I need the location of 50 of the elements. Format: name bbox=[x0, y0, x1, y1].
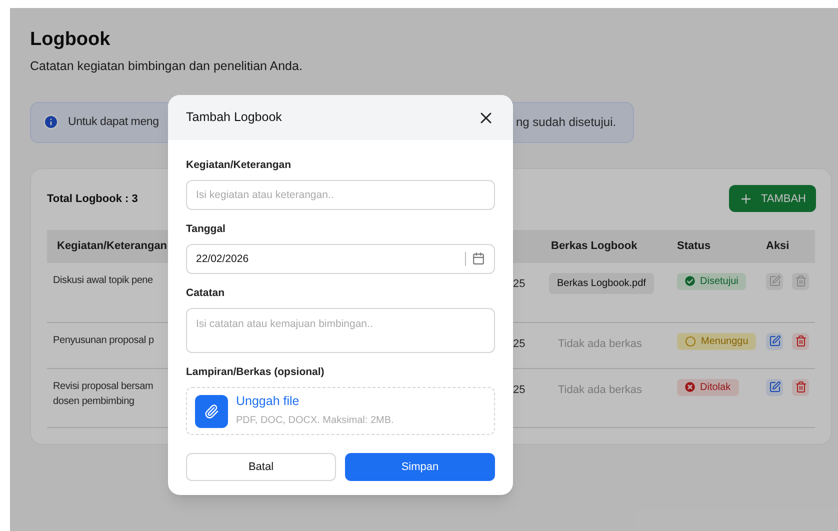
status-badge: Menunggu bbox=[677, 332, 756, 350]
upload-hint: PDF, DOC, DOCX. Maksimal: 2MB. bbox=[236, 414, 394, 428]
edit-icon bbox=[768, 381, 780, 394]
column-header: Berkas Logbook bbox=[550, 239, 638, 254]
total-count: Total Logbook : 3 bbox=[47, 192, 138, 206]
save-button[interactable]: Simpan bbox=[345, 453, 495, 481]
activity-text: Penyusunan proposal p bbox=[52, 334, 155, 348]
modal-title: Tambah Logbook bbox=[186, 109, 282, 126]
field-label: Catatan bbox=[186, 287, 226, 300]
edit-button[interactable] bbox=[766, 378, 783, 396]
page-subtitle: Catatan kegiatan bimbingan dan penelitian Anda. bbox=[30, 58, 304, 75]
file-chip[interactable]: Berkas Logbook.pdf bbox=[549, 272, 654, 294]
upload-area[interactable]: Unggah file PDF, DOC, DOCX. Maksimal: 2MB. bbox=[186, 387, 495, 435]
input-field[interactable]: Isi kegiatan atau keterangan.. bbox=[186, 180, 495, 210]
column-header: Aksi bbox=[765, 239, 790, 254]
info-text: Untuk dapat meng bbox=[68, 114, 160, 130]
delete-button[interactable] bbox=[792, 378, 809, 396]
status-badge: Disetujui bbox=[677, 272, 746, 290]
field-label: Kegiatan/Keterangan bbox=[186, 159, 292, 172]
plus-icon bbox=[738, 192, 753, 206]
column-header: Status bbox=[676, 239, 712, 254]
field-label: Tanggal bbox=[186, 223, 226, 236]
date-text: 25 bbox=[513, 336, 526, 352]
edit-icon bbox=[768, 335, 780, 348]
paperclip-icon bbox=[195, 394, 228, 428]
delete-button[interactable] bbox=[792, 332, 809, 350]
edit-button[interactable] bbox=[766, 332, 783, 350]
no-file-text: Tidak ada berkas bbox=[557, 382, 642, 398]
no-file-text: Tidak ada berkas bbox=[557, 336, 642, 352]
field-label: Lampiran/Berkas (opsional) bbox=[186, 366, 326, 379]
date-field[interactable]: 22/02/2026 bbox=[186, 244, 495, 274]
status-badge: Ditolak bbox=[677, 378, 739, 396]
upload-link[interactable]: Unggah file bbox=[236, 394, 394, 409]
info-text: ng sudah disetujui. bbox=[516, 114, 616, 132]
notes-field[interactable]: Isi catatan atau kemajuan bimbingan.. bbox=[186, 308, 495, 353]
info-icon bbox=[43, 114, 59, 130]
circle-icon bbox=[685, 336, 696, 347]
activity-text: Diskusi awal topik pene bbox=[52, 274, 154, 288]
edit-icon bbox=[768, 275, 780, 288]
date-text: 25 bbox=[513, 276, 526, 292]
calendar-icon[interactable] bbox=[472, 252, 485, 265]
trash-icon bbox=[794, 335, 806, 348]
column-header: Kegiatan/Keterangan bbox=[56, 239, 168, 254]
trash-icon bbox=[794, 275, 806, 288]
page-title: Logbook bbox=[30, 28, 112, 52]
cancel-button[interactable]: Batal bbox=[186, 453, 336, 481]
trash-icon bbox=[794, 381, 806, 394]
add-button[interactable]: TAMBAH bbox=[728, 185, 816, 212]
date-text: 25 bbox=[513, 382, 526, 398]
activity-text: Revisi proposal bersam dosen pembimbing bbox=[52, 380, 154, 409]
